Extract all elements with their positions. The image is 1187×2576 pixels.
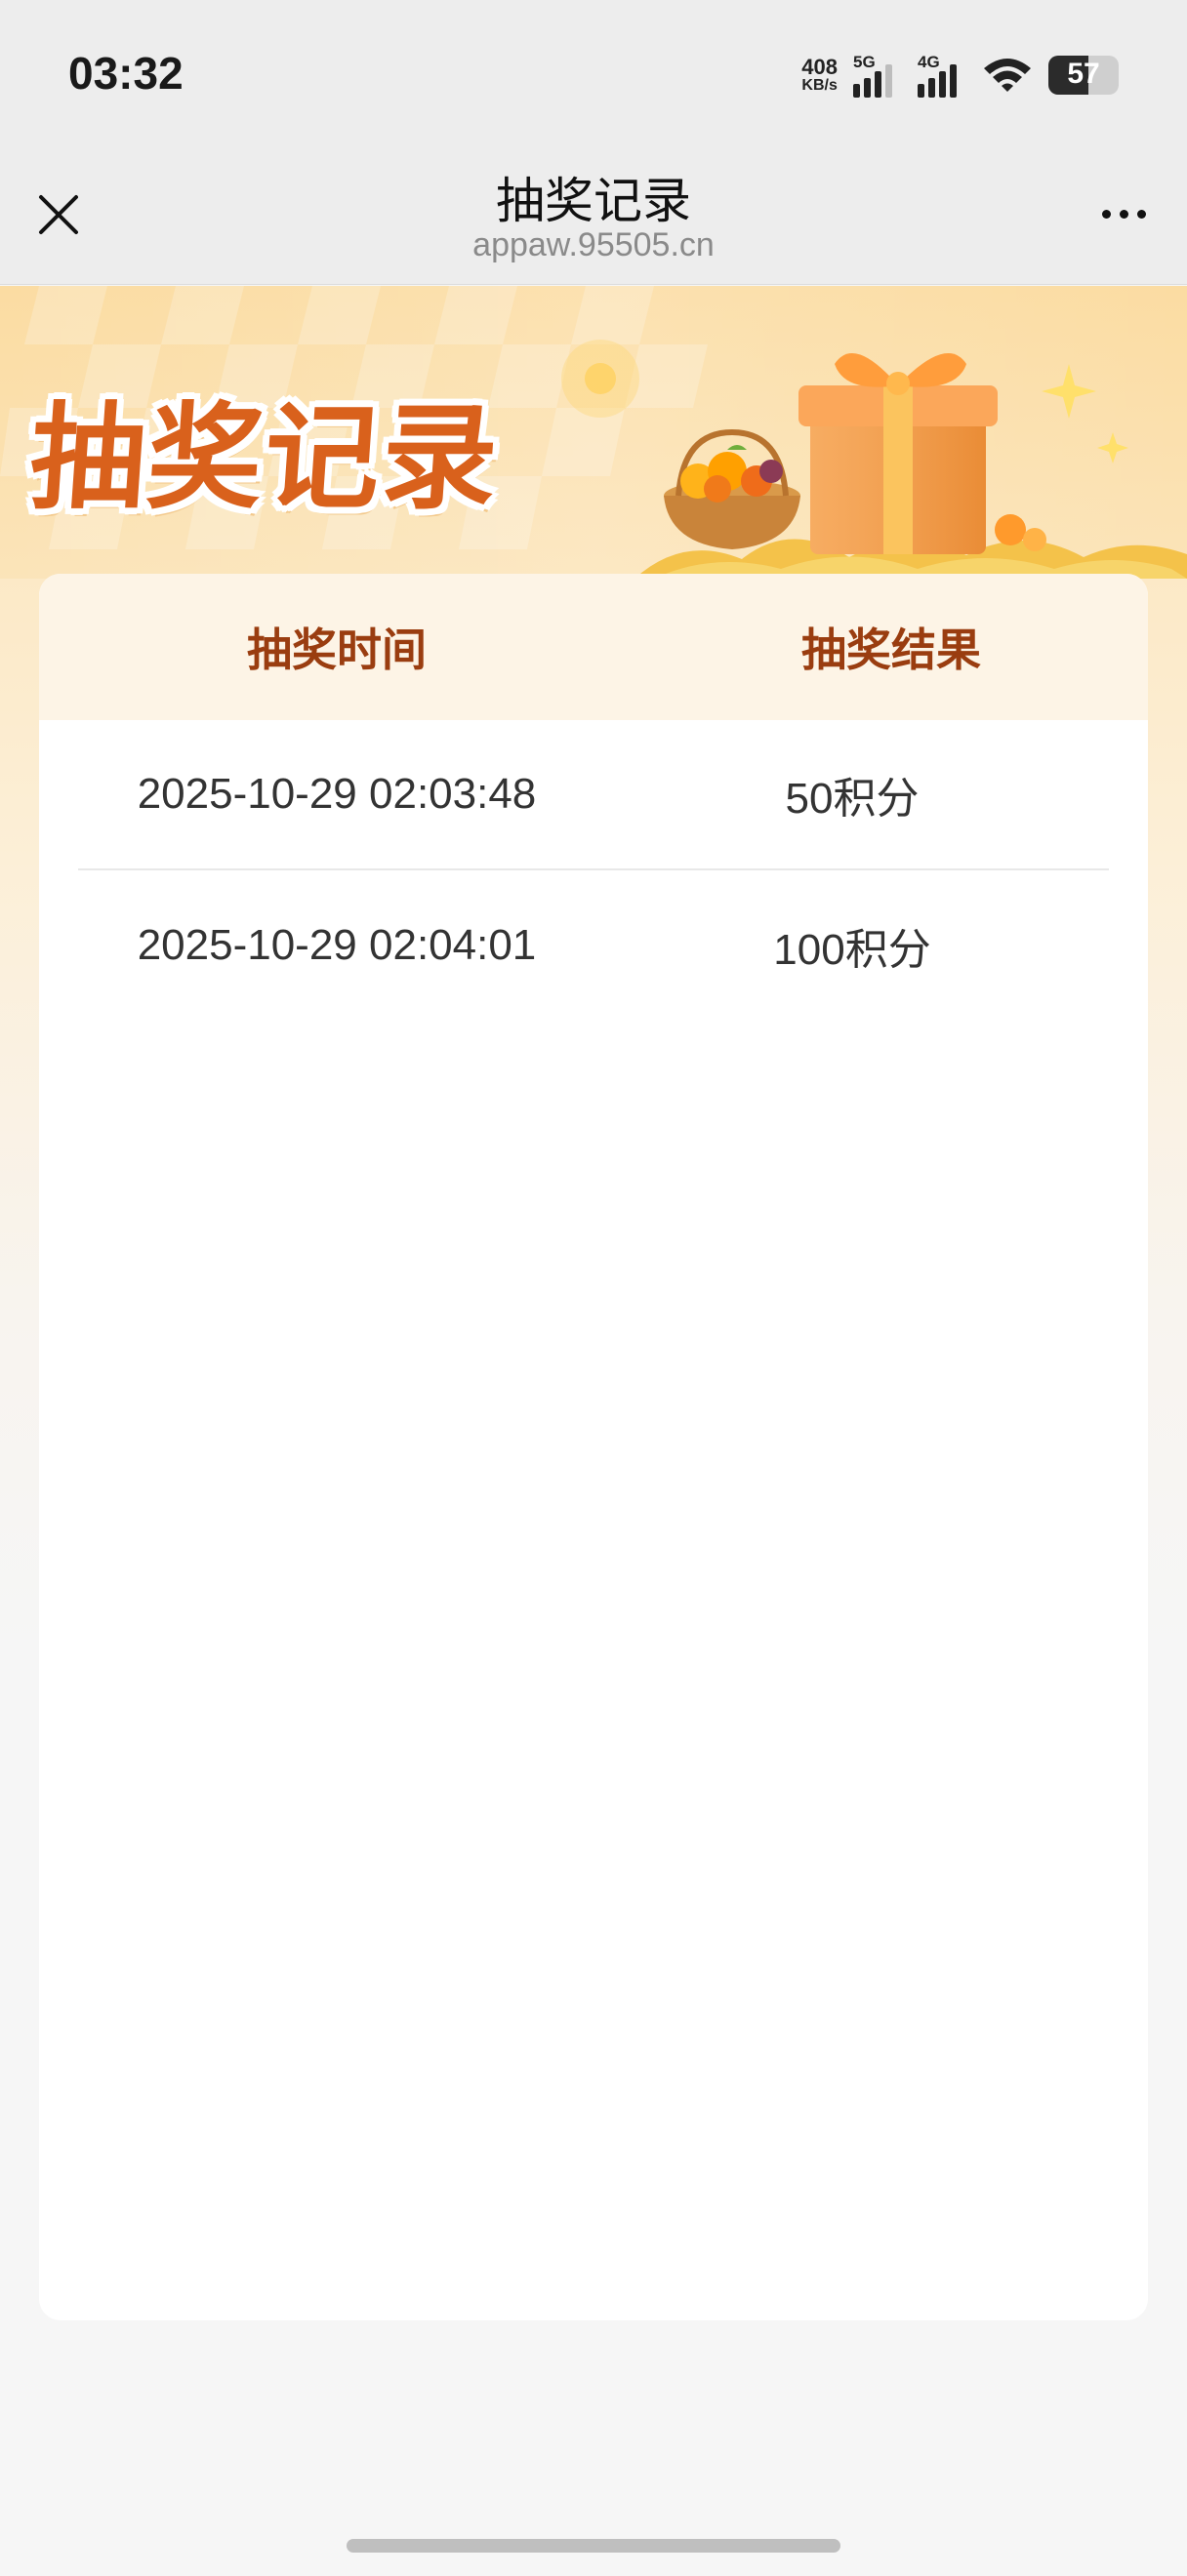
record-time: 2025-10-29 02:03:48 bbox=[137, 770, 537, 818]
header-draw-time: 抽奖时间 bbox=[247, 624, 427, 676]
network-speed-value: 408 bbox=[801, 55, 838, 79]
record-result: 50积分 bbox=[785, 775, 920, 823]
record-result: 100积分 bbox=[773, 926, 931, 974]
signal-4g-label: 4G bbox=[918, 53, 940, 71]
table-header: 抽奖时间 抽奖结果 bbox=[39, 574, 1148, 720]
record-time: 2025-10-29 02:04:01 bbox=[137, 921, 537, 969]
wifi-icon bbox=[984, 59, 1031, 92]
home-indicator[interactable] bbox=[347, 2539, 840, 2553]
signal-5g-label: 5G bbox=[853, 53, 876, 71]
draw-records-card: 抽奖时间 抽奖结果 2025-10-29 02:03:48 50积分 2025-… bbox=[39, 574, 1148, 2320]
header-draw-result: 抽奖结果 bbox=[801, 624, 981, 676]
more-button[interactable] bbox=[1089, 189, 1158, 238]
status-time: 03:32 bbox=[68, 48, 184, 99]
signal-5g-icon: 5G bbox=[853, 53, 902, 98]
gift-box-illustration bbox=[634, 353, 1187, 579]
battery-level: 57 bbox=[1067, 58, 1100, 90]
banner-title: 抽奖记录 bbox=[25, 389, 505, 525]
more-icon bbox=[1101, 209, 1111, 219]
signal-4g-icon: 4G bbox=[918, 53, 966, 98]
page-url: appaw.95505.cn bbox=[472, 226, 715, 263]
nav-bar: 抽奖记录 appaw.95505.cn bbox=[0, 146, 1187, 285]
more-icon-dot bbox=[1136, 209, 1146, 219]
network-speed-unit: KB/s bbox=[801, 77, 838, 94]
table-row: 2025-10-29 02:04:01 100积分 bbox=[78, 870, 1109, 1021]
table-row: 2025-10-29 02:03:48 50积分 bbox=[78, 720, 1109, 870]
status-bar: 03:32 408 KB/s 5G 4G 57 bbox=[0, 0, 1187, 146]
battery-icon: 57 bbox=[1048, 56, 1119, 95]
banner: 抽奖记录 bbox=[0, 286, 1187, 579]
status-indicators: 408 KB/s 5G 4G 57 bbox=[801, 51, 1119, 100]
more-icon-dot bbox=[1119, 209, 1128, 219]
network-speed: 408 KB/s bbox=[801, 57, 838, 94]
page-title: 抽奖记录 bbox=[496, 173, 691, 229]
